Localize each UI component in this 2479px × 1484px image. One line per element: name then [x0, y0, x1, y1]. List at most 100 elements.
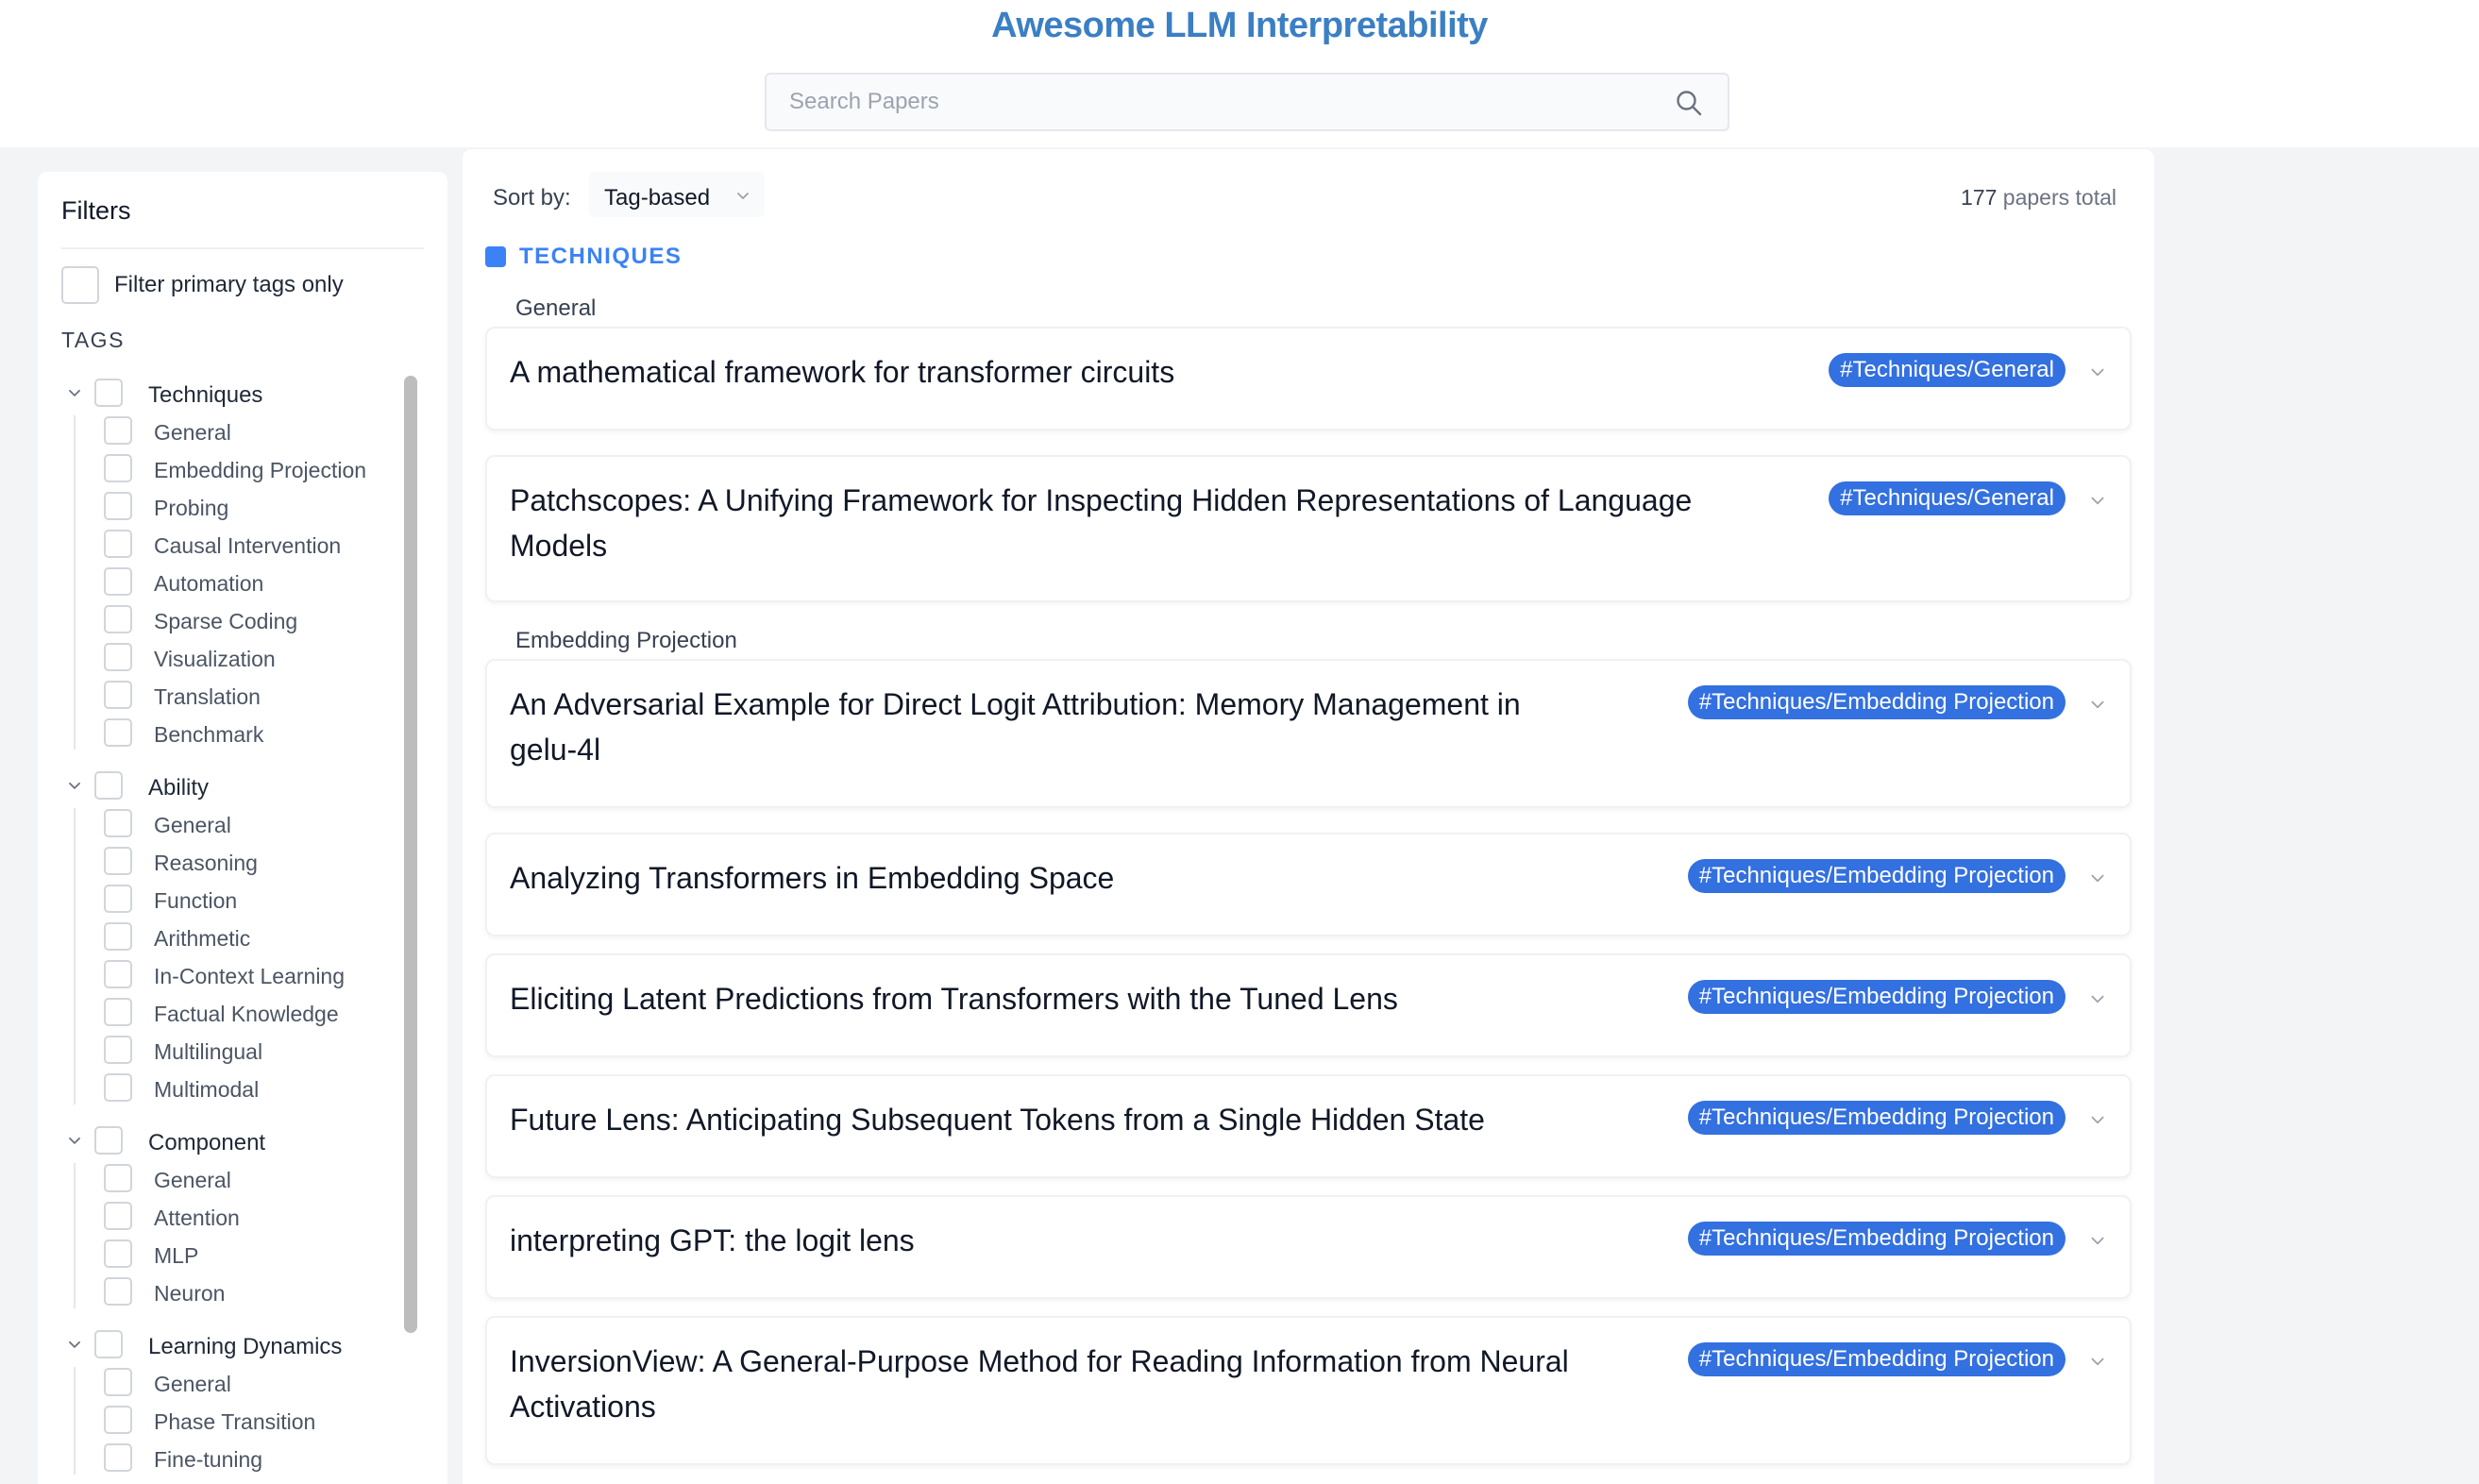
site-title[interactable]: Awesome LLM Interpretability: [0, 6, 2479, 46]
tag-checkbox-ability-factual-knowledge[interactable]: [104, 998, 132, 1026]
tag-label-ability-in-context-learning[interactable]: In-Context Learning: [154, 964, 345, 989]
tag-checkbox-techniques-translation[interactable]: [104, 681, 132, 709]
tag-checkbox-techniques-automation[interactable]: [104, 567, 132, 596]
chevron-down-icon[interactable]: [66, 384, 83, 401]
paper-title[interactable]: InversionView: A General-Purpose Method …: [510, 1339, 1595, 1429]
paper-tag-badge[interactable]: #Techniques/Embedding Projection: [1687, 980, 2066, 1014]
tag-checkbox-learning-dynamics-phase-transition[interactable]: [104, 1406, 132, 1434]
paper-card[interactable]: Analyzing Transformers in Embedding Spac…: [485, 833, 2132, 936]
paper-title[interactable]: Eliciting Latent Predictions from Transf…: [510, 976, 1595, 1021]
chevron-down-icon[interactable]: [2088, 491, 2107, 510]
tag-checkbox-techniques-sparse-coding[interactable]: [104, 605, 132, 633]
primary-tags-checkbox[interactable]: [61, 266, 99, 304]
tag-checkbox-techniques-causal-intervention[interactable]: [104, 530, 132, 558]
chevron-down-icon[interactable]: [2088, 989, 2107, 1008]
chevron-down-icon[interactable]: [2088, 1231, 2107, 1250]
tag-label-ability-multilingual[interactable]: Multilingual: [154, 1039, 262, 1065]
paper-tag-badge[interactable]: #Techniques/Embedding Projection: [1687, 685, 2066, 719]
tag-label-learning-dynamics-general[interactable]: General: [154, 1372, 231, 1397]
chevron-down-icon[interactable]: [2088, 1110, 2107, 1129]
tag-label-learning-dynamics-fine-tuning[interactable]: Fine-tuning: [154, 1447, 262, 1473]
tag-checkbox-component-general[interactable]: [104, 1164, 132, 1192]
tag-checkbox-learning-dynamics-fine-tuning[interactable]: [104, 1443, 132, 1472]
tag-label-component-neuron[interactable]: Neuron: [154, 1281, 225, 1307]
tag-group-checkbox-techniques[interactable]: [94, 379, 123, 407]
tag-label-component-mlp[interactable]: MLP: [154, 1243, 198, 1269]
tag-label-component-general[interactable]: General: [154, 1168, 231, 1193]
search-box[interactable]: [765, 73, 1729, 131]
paper-card[interactable]: InversionView: A General-Purpose Method …: [485, 1316, 2132, 1465]
paper-title[interactable]: Analyzing Transformers in Embedding Spac…: [510, 855, 1595, 901]
tag-checkbox-ability-reasoning[interactable]: [104, 847, 132, 875]
tag-label-techniques-visualization[interactable]: Visualization: [154, 647, 276, 672]
search-icon[interactable]: [1675, 89, 1703, 117]
tag-label-techniques-sparse-coding[interactable]: Sparse Coding: [154, 609, 297, 634]
tag-group-checkbox-learning-dynamics[interactable]: [94, 1330, 123, 1358]
tag-label-ability-reasoning[interactable]: Reasoning: [154, 851, 258, 876]
paper-title[interactable]: interpreting GPT: the logit lens: [510, 1218, 1595, 1263]
chevron-down-icon[interactable]: [66, 1132, 83, 1149]
search-input[interactable]: [767, 75, 1728, 129]
tag-checkbox-ability-general[interactable]: [104, 809, 132, 837]
paper-tag-badge[interactable]: #Techniques/Embedding Projection: [1687, 1101, 2066, 1135]
tag-label-techniques-translation[interactable]: Translation: [154, 684, 261, 710]
tag-checkbox-ability-in-context-learning[interactable]: [104, 960, 132, 988]
chevron-down-icon[interactable]: [2088, 695, 2107, 714]
paper-card[interactable]: A mathematical framework for transformer…: [485, 327, 2132, 430]
tag-checkbox-component-attention[interactable]: [104, 1202, 132, 1230]
tag-tree[interactable]: Techniques General Embedding Projection Pro…: [38, 357, 447, 1484]
tag-label-ability-general[interactable]: General: [154, 813, 231, 838]
paper-title[interactable]: A mathematical framework for transformer…: [510, 349, 1737, 395]
tag-label-ability-factual-knowledge[interactable]: Factual Knowledge: [154, 1002, 339, 1027]
tag-checkbox-component-neuron[interactable]: [104, 1277, 132, 1306]
chevron-down-icon[interactable]: [2088, 1352, 2107, 1371]
tag-group-label-component[interactable]: Component: [148, 1130, 265, 1156]
tag-label-ability-multimodal[interactable]: Multimodal: [154, 1077, 259, 1103]
chevron-down-icon[interactable]: [66, 1336, 83, 1353]
chevron-down-icon[interactable]: [2088, 363, 2107, 381]
tag-group-label-techniques[interactable]: Techniques: [148, 382, 262, 409]
paper-title[interactable]: Patchscopes: A Unifying Framework for In…: [510, 478, 1756, 568]
paper-tag-badge[interactable]: #Techniques/Embedding Projection: [1687, 859, 2066, 893]
tag-checkbox-ability-multimodal[interactable]: [104, 1073, 132, 1102]
paper-tag-badge[interactable]: #Techniques/Embedding Projection: [1687, 1342, 2066, 1376]
tag-group-label-ability[interactable]: Ability: [148, 775, 209, 801]
tag-label-ability-function[interactable]: Function: [154, 888, 237, 914]
tag-checkbox-techniques-probing[interactable]: [104, 492, 132, 520]
tag-label-component-attention[interactable]: Attention: [154, 1206, 240, 1231]
tag-checkbox-techniques-benchmark[interactable]: [104, 718, 132, 747]
paper-title[interactable]: An Adversarial Example for Direct Logit …: [510, 682, 1595, 772]
tag-checkbox-ability-multilingual[interactable]: [104, 1036, 132, 1064]
paper-card[interactable]: An Adversarial Example for Direct Logit …: [485, 659, 2132, 808]
sort-select[interactable]: Tag-based: [589, 172, 765, 217]
tag-group-label-learning-dynamics[interactable]: Learning Dynamics: [148, 1334, 342, 1360]
tag-group-checkbox-component[interactable]: [94, 1126, 123, 1155]
paper-card[interactable]: interpreting GPT: the logit lens #Techniq…: [485, 1195, 2132, 1299]
chevron-down-icon[interactable]: [2088, 868, 2107, 887]
primary-tags-label[interactable]: Filter primary tags only: [114, 272, 344, 298]
chevron-down-icon[interactable]: [66, 777, 83, 794]
tag-group-checkbox-ability[interactable]: [94, 771, 123, 800]
tag-label-techniques-general[interactable]: General: [154, 420, 231, 446]
paper-tag-badge[interactable]: #Techniques/General: [1829, 481, 2066, 515]
paper-card[interactable]: Future Lens: Anticipating Subsequent Tok…: [485, 1074, 2132, 1178]
tag-checkbox-learning-dynamics-general[interactable]: [104, 1368, 132, 1396]
tag-checkbox-techniques-general[interactable]: [104, 416, 132, 445]
paper-tag-badge[interactable]: #Techniques/Embedding Projection: [1687, 1222, 2066, 1256]
paper-tag-badge[interactable]: #Techniques/General: [1829, 353, 2066, 387]
tag-label-techniques-embedding-projection[interactable]: Embedding Projection: [154, 458, 366, 483]
tag-label-techniques-benchmark[interactable]: Benchmark: [154, 722, 263, 748]
sidebar-scrollbar[interactable]: [404, 376, 417, 1333]
tag-checkbox-component-mlp[interactable]: [104, 1239, 132, 1268]
paper-card[interactable]: Eliciting Latent Predictions from Transf…: [485, 953, 2132, 1057]
tag-checkbox-techniques-visualization[interactable]: [104, 643, 132, 671]
tag-checkbox-ability-function[interactable]: [104, 885, 132, 913]
tag-checkbox-ability-arithmetic[interactable]: [104, 922, 132, 951]
tag-label-techniques-automation[interactable]: Automation: [154, 571, 263, 597]
tag-checkbox-techniques-embedding-projection[interactable]: [104, 454, 132, 482]
tag-label-learning-dynamics-phase-transition[interactable]: Phase Transition: [154, 1409, 315, 1435]
tag-label-techniques-probing[interactable]: Probing: [154, 496, 228, 521]
tag-label-ability-arithmetic[interactable]: Arithmetic: [154, 926, 250, 952]
tag-label-techniques-causal-intervention[interactable]: Causal Intervention: [154, 533, 341, 559]
paper-card[interactable]: Patchscopes: A Unifying Framework for In…: [485, 455, 2132, 602]
